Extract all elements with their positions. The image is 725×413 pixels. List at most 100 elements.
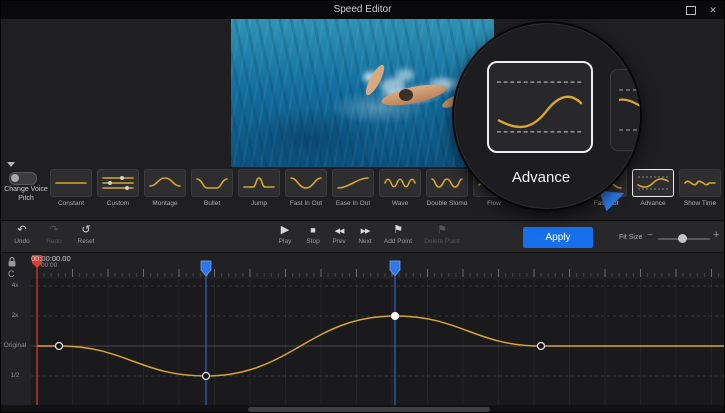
c-tool-icon[interactable] [8, 269, 15, 279]
preset-advance[interactable]: Advance [631, 169, 675, 207]
preset-bullet[interactable]: Bullet [190, 169, 234, 207]
speed-editor-window: Speed Editor Change Voice Pitch Constant… [0, 0, 725, 413]
preset-jump[interactable]: Jump [237, 169, 281, 207]
next-label: Next [351, 238, 379, 245]
toggle-knob-icon [11, 174, 19, 182]
undo-button[interactable]: Undo [7, 224, 37, 245]
apply-button[interactable]: Apply [523, 227, 593, 248]
collapse-caret-icon[interactable] [7, 162, 15, 167]
keyframe-point[interactable] [392, 313, 399, 320]
preset-tile [679, 169, 721, 197]
voice-pitch-toggle[interactable] [9, 172, 37, 185]
stop-icon [299, 224, 327, 237]
reset-icon [71, 224, 101, 237]
ruler-label: 00:00 [41, 262, 58, 269]
adjacent-preset-icon [611, 70, 642, 150]
preset-label: Fast In Out [290, 200, 322, 207]
swimmer-body [380, 80, 448, 109]
preset-label: Jump [251, 200, 267, 207]
preset-tile [191, 169, 233, 197]
magnifier-overlay: Advance [452, 21, 642, 211]
prev-icon [325, 224, 353, 237]
zoom-out-icon[interactable] [647, 230, 653, 241]
close-button[interactable] [706, 3, 720, 17]
timecode: 00:00:00.00 [31, 254, 71, 263]
maximize-icon [686, 6, 696, 15]
preset-custom[interactable]: Custom [96, 169, 140, 207]
undo-icon [7, 224, 37, 237]
montage-icon [146, 173, 184, 193]
voice-pitch-label: Change Voice Pitch [1, 186, 51, 204]
window-title: Speed Editor [1, 1, 724, 19]
preset-label: Bullet [204, 200, 220, 207]
horizontal-scrollbar[interactable] [1, 405, 725, 413]
stop-button[interactable]: Stop [299, 224, 327, 245]
wave-icon [381, 173, 419, 193]
next-icon [351, 224, 379, 237]
constant-icon [52, 173, 90, 193]
redo-label: Redo [39, 238, 69, 245]
zoom-slider[interactable] [658, 238, 710, 240]
fit-size-label: Fit Size [619, 234, 642, 241]
preset-tile [97, 169, 139, 197]
play-button[interactable]: Play [271, 224, 299, 245]
scrollbar-thumb[interactable] [248, 407, 490, 412]
stop-label: Stop [299, 238, 327, 245]
preset-tile [238, 169, 280, 197]
preset-ease-in-out[interactable]: Ease In Out [331, 169, 375, 207]
play-icon [271, 224, 299, 237]
keyframe-point[interactable] [56, 343, 63, 350]
lock-icon[interactable] [7, 256, 17, 268]
preset-tile [379, 169, 421, 197]
preset-label: Montage [152, 200, 177, 207]
reset-label: Reset [71, 238, 101, 245]
add-point-button[interactable]: Add Point [379, 224, 417, 245]
zoom-slider-knob[interactable] [678, 234, 687, 243]
preset-wave[interactable]: Wave [378, 169, 422, 207]
delete-point-label: Delete Point [419, 238, 465, 245]
redo-button[interactable]: Redo [39, 224, 69, 245]
preset-tile [285, 169, 327, 197]
reset-button[interactable]: Reset [71, 224, 101, 245]
preset-fast-in-out[interactable]: Fast In Out [284, 169, 328, 207]
keyframe-point[interactable] [538, 343, 545, 350]
advance-curve-icon [489, 63, 591, 151]
swimmer-head [399, 89, 413, 101]
delete-point-button[interactable]: Delete Point [419, 224, 465, 245]
preset-tile [144, 169, 186, 197]
preset-label: Wave [392, 200, 408, 207]
speed-scale-label: 2x [1, 312, 29, 319]
preset-montage[interactable]: Montage [143, 169, 187, 207]
speed-scale-label: Original [1, 342, 29, 349]
preset-label: Flow [487, 200, 501, 207]
show-time-icon [681, 173, 719, 193]
maximize-button[interactable] [684, 3, 698, 17]
preset-label: Double Slomo [427, 200, 468, 207]
window-controls [684, 1, 720, 19]
play-label: Play [271, 238, 299, 245]
speed-curve-graph[interactable]: 00:001 [1, 253, 725, 405]
preset-tile [426, 169, 468, 197]
redo-icon [39, 224, 69, 237]
zoom-in-icon[interactable] [713, 229, 719, 241]
preset-label: Advance [640, 200, 665, 207]
preset-double-slomo[interactable]: Double Slomo [425, 169, 469, 207]
next-button[interactable]: Next [351, 224, 379, 245]
titlebar: Speed Editor [1, 1, 724, 19]
preset-show-time[interactable]: Show Time [678, 169, 722, 207]
adjacent-preset-tile [610, 69, 642, 151]
preset-constant[interactable]: Constant [49, 169, 93, 207]
preset-row-left: Constant Custom Montage Bullet Jump Fast In O… [49, 169, 516, 207]
prev-button[interactable]: Prev [325, 224, 353, 245]
jump-icon [240, 173, 278, 193]
preset-label: Show Time [684, 200, 716, 207]
preset-label: Custom [107, 200, 129, 207]
add-point-label: Add Point [379, 238, 417, 245]
keyframe-point[interactable] [203, 373, 210, 380]
speed-scale-label: 1/2 [1, 372, 29, 379]
prev-label: Prev [325, 238, 353, 245]
speed-scale-label: 4x [1, 282, 29, 289]
custom-icon [99, 173, 137, 193]
preset-label: Constant [58, 200, 84, 207]
bullet-icon [193, 173, 231, 193]
